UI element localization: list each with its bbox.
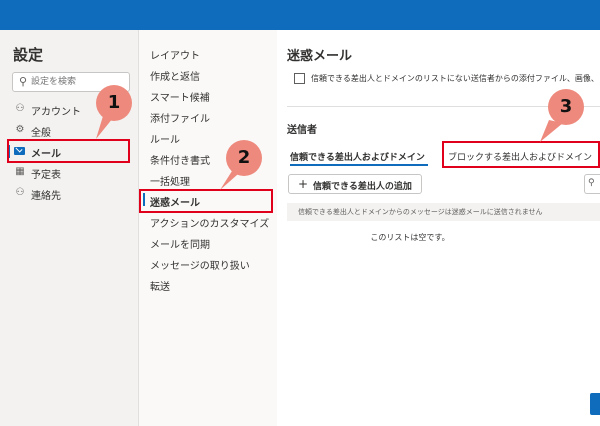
callout-badge-3: 3: [548, 89, 584, 125]
callout-badge-1: 1: [96, 85, 132, 121]
callout-tails: [96, 113, 563, 190]
callout-badge-2: 2: [226, 140, 262, 176]
